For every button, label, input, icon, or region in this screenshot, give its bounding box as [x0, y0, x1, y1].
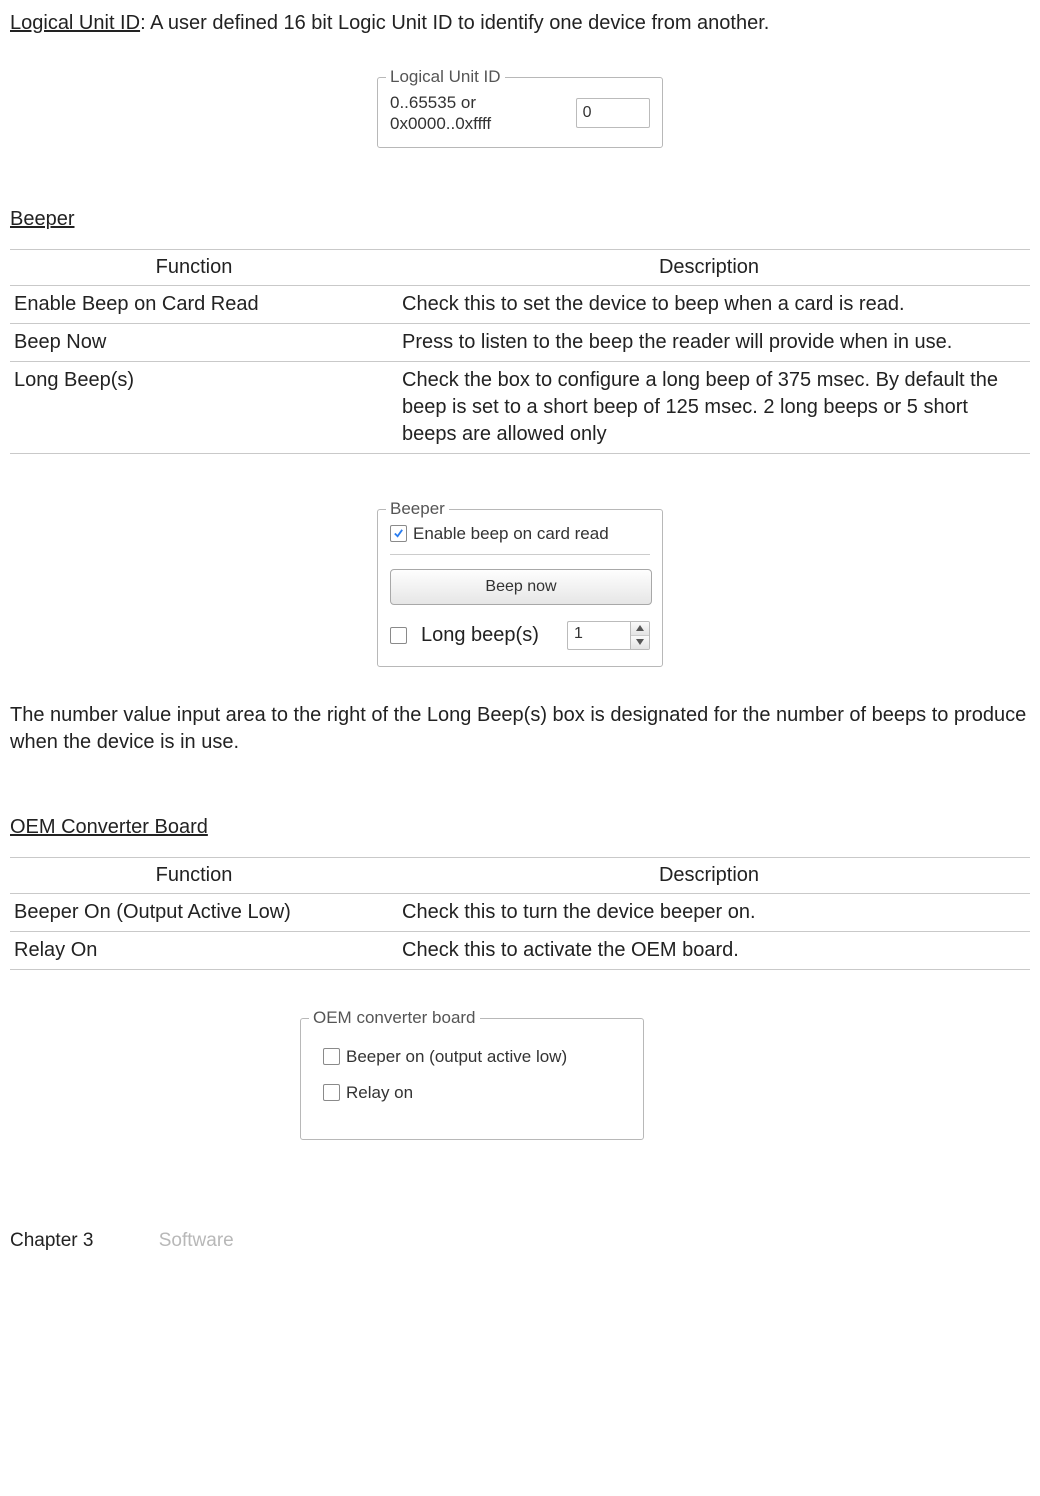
long-beep-spinner: 1: [567, 621, 650, 650]
oem-heading: OEM Converter Board: [10, 816, 1030, 839]
beeper-note: The number value input area to the right…: [10, 702, 1030, 756]
enable-beep-checkbox[interactable]: [390, 525, 407, 542]
spin-down-button[interactable]: [631, 635, 649, 649]
spin-up-button[interactable]: [631, 622, 649, 635]
oem-legend: OEM converter board: [309, 1008, 480, 1028]
logical-unit-id-intro: Logical Unit ID: A user defined 16 bit L…: [10, 10, 1030, 37]
long-beep-input[interactable]: 1: [567, 621, 630, 650]
table-row: Beeper On (Output Active Low) Check this…: [10, 893, 1030, 931]
enable-beep-row: Enable beep on card read: [390, 524, 650, 544]
page-footer: Chapter 3 Software: [10, 1230, 1030, 1252]
beeper-on-row: Beeper on (output active low): [323, 1047, 627, 1067]
table-row: Relay On Check this to activate the OEM …: [10, 931, 1030, 969]
footer-section: Software: [159, 1230, 234, 1251]
relay-on-row: Relay on: [323, 1083, 627, 1103]
relay-on-checkbox[interactable]: [323, 1084, 340, 1101]
logical-unit-id-label: Logical Unit ID: [10, 12, 140, 34]
logical-unit-id-range: 0..65535 or 0x0000..0xffff: [390, 92, 556, 135]
enable-beep-label: Enable beep on card read: [413, 524, 609, 544]
col-function: Function: [10, 857, 388, 893]
beeper-table: Function Description Enable Beep on Card…: [10, 249, 1030, 454]
beep-now-button[interactable]: Beep now: [390, 569, 652, 605]
beeper-fieldset: Beeper Enable beep on card read Beep now…: [377, 509, 663, 667]
table-header-row: Function Description: [10, 249, 1030, 285]
beeper-legend: Beeper: [386, 499, 449, 519]
table-header-row: Function Description: [10, 857, 1030, 893]
oem-table: Function Description Beeper On (Output A…: [10, 857, 1030, 970]
beeper-on-label: Beeper on (output active low): [346, 1047, 567, 1067]
beeper-heading: Beeper: [10, 208, 1030, 231]
table-row: Beep Now Press to listen to the beep the…: [10, 323, 1030, 361]
relay-on-label: Relay on: [346, 1083, 413, 1103]
logical-unit-id-legend: Logical Unit ID: [386, 67, 505, 87]
long-beep-label: Long beep(s): [421, 624, 539, 647]
table-row: Enable Beep on Card Read Check this to s…: [10, 285, 1030, 323]
beeper-on-checkbox[interactable]: [323, 1048, 340, 1065]
logical-unit-id-input[interactable]: 0: [576, 98, 650, 128]
col-description: Description: [388, 249, 1030, 285]
logical-unit-id-fieldset: Logical Unit ID 0..65535 or 0x0000..0xff…: [377, 77, 663, 148]
footer-chapter: Chapter 3: [10, 1230, 93, 1251]
divider: [390, 554, 650, 555]
logical-unit-id-text: : A user defined 16 bit Logic Unit ID to…: [140, 12, 769, 34]
col-description: Description: [388, 857, 1030, 893]
table-row: Long Beep(s) Check the box to configure …: [10, 361, 1030, 453]
col-function: Function: [10, 249, 388, 285]
long-beep-row: Long beep(s) 1: [390, 621, 650, 650]
long-beep-checkbox[interactable]: [390, 627, 407, 644]
oem-fieldset: OEM converter board Beeper on (output ac…: [300, 1018, 644, 1140]
